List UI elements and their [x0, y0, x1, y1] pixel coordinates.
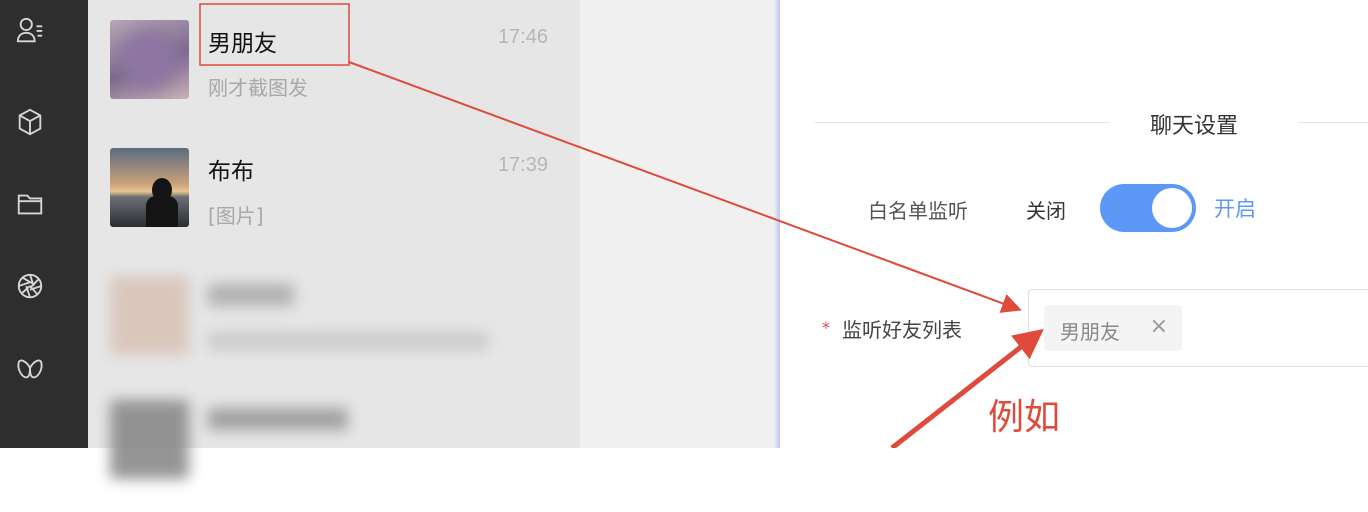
annotation-example-text: 例如: [988, 397, 1061, 438]
settings-panel: [780, 0, 1368, 448]
folder-icon[interactable]: [14, 188, 46, 220]
section-title: 聊天设置: [1150, 114, 1239, 139]
whitelist-toggle[interactable]: [1100, 184, 1196, 232]
tag-label: 男朋友: [1060, 320, 1120, 344]
required-mark: *: [822, 318, 830, 337]
sidebar-rail: [0, 0, 88, 448]
chat-name: 布布: [208, 159, 254, 185]
contacts-icon[interactable]: [14, 14, 46, 46]
chat-item-blurred[interactable]: [88, 256, 580, 384]
avatar: [110, 148, 189, 227]
blurred-preview: [208, 332, 488, 350]
chat-item-boyfriend[interactable]: 男朋友 17:46 刚才截图发: [88, 0, 580, 128]
aperture-icon[interactable]: [14, 270, 46, 302]
whitelist-label: 白名单监听: [868, 199, 968, 223]
friend-tag: 男朋友 ×: [1044, 305, 1182, 351]
chat-preview: 刚才截图发: [208, 76, 308, 100]
avatar: [110, 20, 189, 99]
divider: [814, 122, 1110, 123]
chat-preview: [图片]: [208, 204, 264, 228]
chat-item-bubu[interactable]: 布布 17:39 [图片]: [88, 128, 580, 256]
cube-icon[interactable]: [14, 106, 46, 138]
butterfly-icon[interactable]: [14, 352, 46, 384]
chat-time: 17:46: [497, 26, 548, 48]
on-label[interactable]: 开启: [1214, 193, 1256, 223]
chat-item-blurred[interactable]: [88, 384, 580, 512]
friend-list-label: 监听好友列表: [842, 318, 962, 342]
off-label[interactable]: 关闭: [1026, 195, 1066, 224]
toggle-knob: [1152, 188, 1192, 228]
chat-name: 男朋友: [208, 31, 277, 57]
avatar: [110, 276, 189, 355]
blurred-name: [208, 284, 294, 306]
chat-time: 17:39: [497, 154, 548, 176]
blurred-name: [208, 408, 348, 430]
avatar: [110, 400, 189, 479]
gap-area: [580, 0, 780, 448]
divider: [1298, 122, 1368, 123]
close-icon[interactable]: ×: [1150, 314, 1168, 339]
chat-list: 男朋友 17:46 刚才截图发 布布 17:39 [图片]: [88, 0, 580, 479]
